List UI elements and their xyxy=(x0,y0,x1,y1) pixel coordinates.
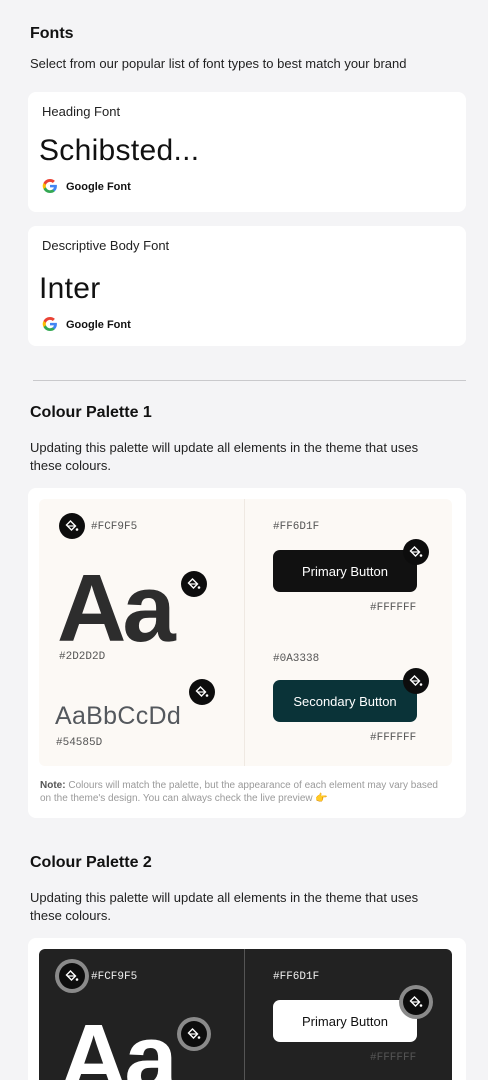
palette2-card: #FCF9F5 Aa #FF6D1F Primary Button #FFFFF… xyxy=(28,938,466,1080)
primary-color-edit-button[interactable] xyxy=(403,539,429,565)
heading-font-label: Heading Font xyxy=(42,104,121,119)
body-font-source: Google Font xyxy=(42,316,131,334)
text-color-edit-button[interactable] xyxy=(181,571,207,597)
secondary-button-preview[interactable]: Secondary Button xyxy=(273,680,417,722)
p2-bg-color-edit-button[interactable] xyxy=(59,963,85,989)
bg-color-edit-button[interactable] xyxy=(59,513,85,539)
google-icon xyxy=(42,178,58,197)
body-font-label: Descriptive Body Font xyxy=(42,238,170,253)
google-font-label: Google Font xyxy=(66,319,131,331)
p2-primary-button-preview[interactable]: Primary Button xyxy=(273,1000,417,1042)
p2-primary-color-hex: #FF6D1F xyxy=(273,971,320,983)
google-font-label: Google Font xyxy=(66,181,131,193)
palette1-split xyxy=(244,499,245,766)
palette1-title: Colour Palette 1 xyxy=(30,404,152,421)
text-color-hex: #2D2D2D xyxy=(59,651,106,663)
fonts-description: Select from our popular list of font typ… xyxy=(30,56,407,71)
secondary-text-hex: #FFFFFF xyxy=(370,732,417,744)
text-sample-large: Aa xyxy=(57,555,176,662)
heading-font-card[interactable]: Heading Font Schibsted... Google Font xyxy=(28,92,466,212)
palette2-split xyxy=(244,949,245,1080)
p2-bg-color-hex: #FCF9F5 xyxy=(91,971,138,983)
palette2-description: Updating this palette will update all el… xyxy=(30,890,419,923)
note-text: Colours will match the palette, but the … xyxy=(40,780,438,804)
palette1-card: #FCF9F5 Aa #2D2D2D AaBbCcDd #54585D #FF6… xyxy=(28,488,466,818)
note-label: Note: xyxy=(40,780,66,791)
heading-font-name: Schibsted... xyxy=(39,134,200,167)
primary-text-hex: #FFFFFF xyxy=(370,602,417,614)
bg-color-hex: #FCF9F5 xyxy=(91,521,138,533)
body-font-name: Inter xyxy=(39,272,101,305)
p2-primary-color-edit-button[interactable] xyxy=(403,989,429,1015)
primary-button-preview[interactable]: Primary Button xyxy=(273,550,417,592)
palette2-title: Colour Palette 2 xyxy=(30,854,152,871)
body-font-card[interactable]: Descriptive Body Font Inter Google Font xyxy=(28,226,466,346)
palette-note: Note: Colours will match the palette, bu… xyxy=(40,779,450,805)
palette1-description: Updating this palette will update all el… xyxy=(30,440,419,473)
p2-text-color-edit-button[interactable] xyxy=(181,1021,207,1047)
secondary-color-edit-button[interactable] xyxy=(403,668,429,694)
palette2-preview: #FCF9F5 Aa #FF6D1F Primary Button #FFFFF… xyxy=(39,949,452,1080)
primary-color-hex: #FF6D1F xyxy=(273,521,320,533)
secondary-color-hex: #0A3338 xyxy=(273,653,320,665)
muted-text-sample: AaBbCcDd xyxy=(55,702,182,730)
section-divider xyxy=(33,380,466,381)
google-icon xyxy=(42,316,58,335)
p2-text-sample-large: Aa xyxy=(59,1005,178,1080)
p2-primary-text-hex: #FFFFFF xyxy=(370,1052,417,1064)
muted-color-edit-button[interactable] xyxy=(189,679,215,705)
muted-color-hex: #54585D xyxy=(56,737,103,749)
heading-font-source: Google Font xyxy=(42,178,131,196)
palette1-preview: #FCF9F5 Aa #2D2D2D AaBbCcDd #54585D #FF6… xyxy=(39,499,452,766)
fonts-title: Fonts xyxy=(30,25,74,42)
